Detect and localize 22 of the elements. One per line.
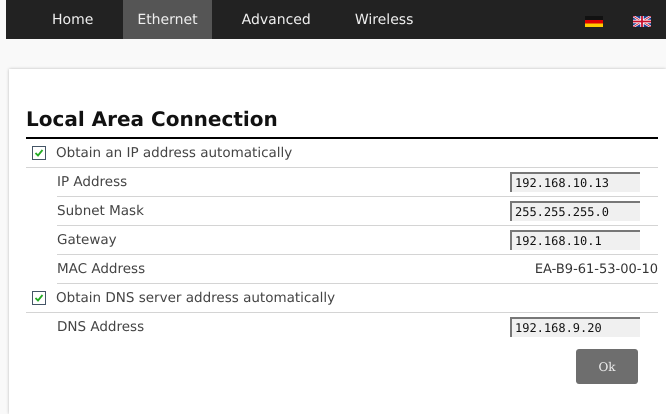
input-field[interactable]: 255.255.255.0 bbox=[510, 201, 640, 221]
input-field[interactable]: 192.168.9.20 bbox=[510, 317, 640, 337]
section-title: Local Area Connection bbox=[26, 107, 658, 139]
field-label: Subnet Mask bbox=[57, 203, 145, 219]
nav-tab[interactable]: Home bbox=[38, 0, 108, 39]
field-label: Gateway bbox=[57, 232, 118, 248]
german-flag-icon[interactable] bbox=[585, 16, 603, 27]
checkbox[interactable] bbox=[32, 146, 46, 160]
nav-tab[interactable]: Advanced bbox=[228, 0, 325, 39]
field-label: DNS Address bbox=[57, 319, 146, 335]
checkbox[interactable] bbox=[32, 291, 46, 305]
input-field[interactable]: 192.168.10.13 bbox=[510, 172, 640, 192]
field-label: MAC Address bbox=[57, 261, 146, 277]
input-field[interactable]: 192.168.10.1 bbox=[510, 230, 640, 250]
nav-tab[interactable]: Ethernet bbox=[123, 0, 212, 39]
field-value: EA-B9-61-53-00-10 bbox=[534, 262, 658, 276]
ok-button[interactable]: Ok bbox=[576, 349, 638, 384]
checkbox-label: Obtain an IP address automatically bbox=[56, 145, 294, 161]
checkbox-label: Obtain DNS server address automatically bbox=[56, 290, 336, 306]
uk-flag-icon[interactable] bbox=[633, 16, 651, 27]
field-label: IP Address bbox=[57, 174, 128, 190]
nav-tab[interactable]: Wireless bbox=[340, 0, 428, 39]
